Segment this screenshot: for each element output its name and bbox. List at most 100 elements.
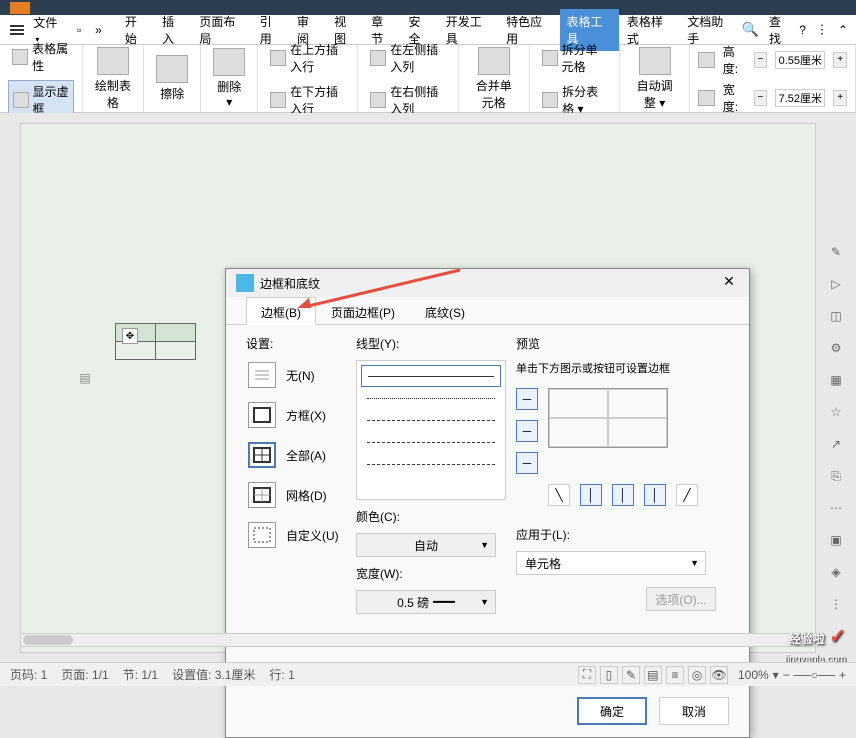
line-dotted[interactable] (361, 387, 501, 409)
apply-to-combo[interactable]: 单元格 (516, 551, 706, 575)
dots-icon[interactable]: ⋮ (827, 595, 845, 613)
status-page[interactable]: 页面: 1/1 (61, 666, 108, 683)
border-diag-btn[interactable]: ╲ (548, 484, 570, 506)
cube-icon[interactable]: ◈ (827, 563, 845, 581)
preview-label: 预览 (516, 335, 716, 352)
setting-custom[interactable]: 自定义(U) (246, 520, 346, 550)
border-bottom-btn[interactable]: ─ (516, 452, 538, 474)
erase-btn[interactable]: 擦除 (152, 53, 192, 104)
width-decrease[interactable]: − (754, 90, 768, 106)
image-icon[interactable]: ▣ (827, 531, 845, 549)
status-row: 行: 1 (269, 666, 294, 683)
view-reading-icon[interactable]: ▯ (600, 666, 618, 684)
watermark: 经验啦 ✓ (789, 624, 846, 649)
pointer-icon[interactable]: ▷ (827, 275, 845, 293)
help-icon[interactable]: ? (799, 23, 806, 37)
zoom-out-btn[interactable]: − (783, 668, 790, 682)
insert-row-above-btn[interactable]: 在上方插入行 (266, 39, 349, 77)
settings-label: 设置: (246, 335, 346, 352)
height-increase[interactable]: + (833, 52, 847, 68)
search-icon: 🔍 (742, 21, 759, 38)
dialog-tabs: 边框(B) 页面边框(P) 底纹(S) (226, 297, 749, 325)
draw-table-btn[interactable]: 绘制表格 (91, 45, 136, 113)
settings-column: 设置: 无(N) 方框(X) 全部(A) 网格(D) (246, 335, 346, 614)
dialog-titlebar[interactable]: 边框和底纹 ✕ (226, 269, 749, 297)
height-decrease[interactable]: − (754, 52, 768, 68)
height-icon (698, 52, 715, 68)
selection-icon[interactable]: ◫ (827, 307, 845, 325)
table-properties-btn[interactable]: 表格属性 (8, 38, 74, 76)
view-edit-icon[interactable]: ✎ (622, 666, 640, 684)
status-page-code[interactable]: 页码: 1 (10, 666, 47, 683)
width-input[interactable] (775, 89, 825, 107)
delete-btn[interactable]: 删除 ▾ (209, 46, 249, 111)
line-dashed[interactable] (361, 431, 501, 453)
zoom-level[interactable]: 100% (738, 668, 769, 682)
color-combo[interactable]: 自动 (356, 533, 496, 557)
view-web-icon[interactable]: ◎ (688, 666, 706, 684)
line-style-list[interactable] (356, 360, 506, 500)
view-eye-icon[interactable]: 👁 (710, 666, 728, 684)
preview-sample[interactable] (548, 388, 668, 448)
width-combo[interactable]: 0.5 磅 ━━━ (356, 590, 496, 614)
more-icon[interactable]: » (90, 21, 107, 39)
width-icon (698, 90, 715, 106)
setting-grid[interactable]: 网格(D) (246, 480, 346, 510)
height-input[interactable] (775, 51, 825, 69)
tab-page-border[interactable]: 页面边框(P) (316, 297, 410, 324)
star-icon[interactable]: ☆ (827, 403, 845, 421)
share-icon[interactable]: ↗ (827, 435, 845, 453)
status-set-value: 设置值: 3.1厘米 (172, 666, 255, 683)
clip-icon[interactable]: ⎘ (827, 467, 845, 485)
settings-icon[interactable]: ⚙ (827, 339, 845, 357)
insert-col-left-btn[interactable]: 在左侧插入列 (366, 39, 449, 77)
search-button[interactable]: 查找 (769, 13, 789, 47)
preview-column: 预览 单击下方图示或按钮可设置边框 ─ ─ ─ ╲ │ │ │ (516, 335, 716, 614)
auto-adjust-btn[interactable]: 自动调整 ▾ (628, 45, 680, 113)
apply-to-label: 应用于(L): (516, 526, 716, 543)
pencil-icon[interactable]: ✎ (827, 243, 845, 261)
status-bar: 页码: 1 页面: 1/1 节: 1/1 设置值: 3.1厘米 行: 1 ⛶ ▯… (0, 662, 856, 686)
horizontal-scrollbar[interactable] (20, 633, 816, 647)
layers-icon[interactable]: ▦ (827, 371, 845, 389)
border-left-btn[interactable]: │ (580, 484, 602, 506)
split-cells-btn[interactable]: 拆分单元格 (538, 39, 612, 77)
zoom-dropdown-icon[interactable]: ▾ (773, 668, 779, 682)
dialog-close-btn[interactable]: ✕ (719, 273, 739, 293)
dialog-title: 边框和底纹 (260, 275, 719, 292)
custom-icon (253, 527, 271, 543)
line-dash-dot[interactable] (361, 409, 501, 431)
width-increase[interactable]: + (833, 90, 847, 106)
status-section[interactable]: 节: 1/1 (123, 666, 158, 683)
ok-button[interactable]: 确定 (577, 697, 647, 725)
line-dash-dot2[interactable] (361, 453, 501, 475)
border-hmiddle-btn[interactable]: ─ (516, 420, 538, 442)
collapse-icon[interactable]: ⌃ (838, 23, 848, 37)
tab-border[interactable]: 边框(B) (246, 297, 316, 325)
dialog-icon (236, 274, 254, 292)
border-right-btn[interactable]: │ (644, 484, 666, 506)
setting-all[interactable]: 全部(A) (246, 440, 346, 470)
view-page-icon[interactable]: ▤ (644, 666, 662, 684)
border-diag2-btn[interactable]: ╱ (676, 484, 698, 506)
setting-none[interactable]: 无(N) (246, 360, 346, 390)
view-outline-icon[interactable]: ≡ (666, 666, 684, 684)
merge-cells-btn[interactable]: 合并单元格 (467, 45, 521, 113)
save-icon[interactable]: ▫ (70, 21, 87, 39)
more-tools-icon[interactable]: ⋯ (827, 499, 845, 517)
ribbon-toolbar: 表格属性 显示虚框 绘制表格 擦除 删除 ▾ 在上方插入行 在下方插入行 在左侧… (0, 45, 856, 113)
none-icon (253, 367, 271, 383)
border-vmiddle-btn[interactable]: │ (612, 484, 634, 506)
box-icon (253, 407, 271, 423)
tab-shading[interactable]: 底纹(S) (410, 297, 480, 324)
zoom-in-btn[interactable]: + (839, 668, 846, 682)
options-icon[interactable]: ︙ (816, 21, 828, 38)
line-solid[interactable] (361, 365, 501, 387)
border-top-btn[interactable]: ─ (516, 388, 538, 410)
table-move-handle[interactable]: ✥ (122, 328, 138, 344)
setting-box[interactable]: 方框(X) (246, 400, 346, 430)
view-fullscreen-icon[interactable]: ⛶ (578, 666, 596, 684)
page-indicator-icon: ▤ (76, 369, 94, 387)
cancel-button[interactable]: 取消 (659, 697, 729, 725)
hamburger-icon[interactable] (8, 21, 25, 39)
